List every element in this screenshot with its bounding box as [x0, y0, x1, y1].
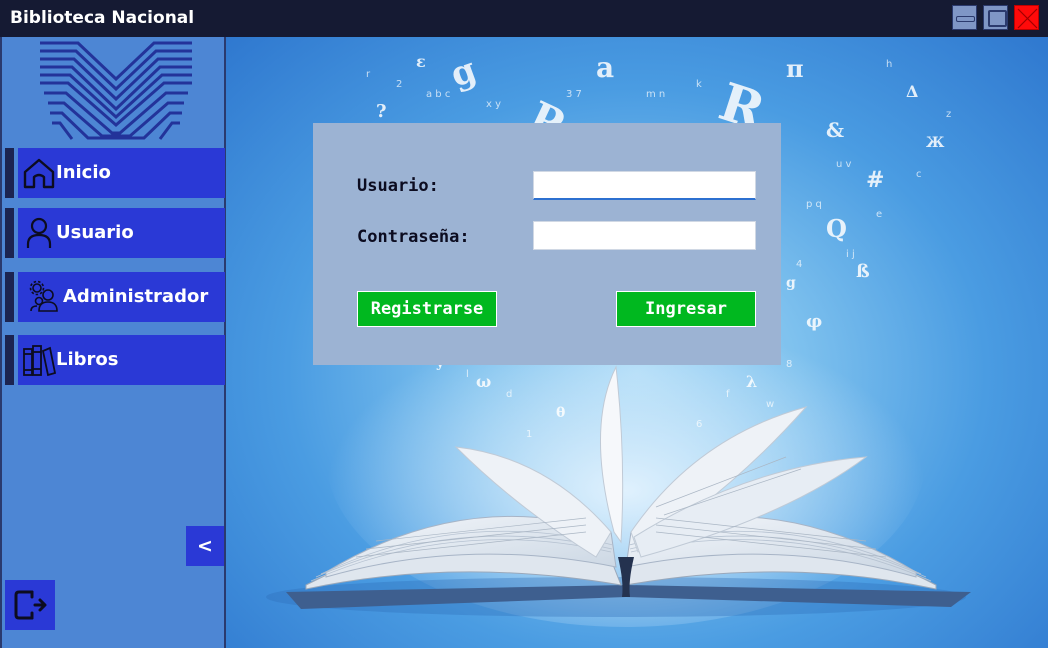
- sidebar-item-administrador[interactable]: Administrador: [5, 272, 225, 322]
- maximize-icon[interactable]: [983, 5, 1008, 30]
- svg-text:3 7: 3 7: [566, 89, 582, 100]
- svg-text:a: a: [596, 51, 614, 84]
- books-icon: [23, 345, 56, 377]
- user-icon: [26, 217, 52, 248]
- sidebar-item-label: Libros: [56, 349, 119, 370]
- nav-marker: [5, 335, 14, 385]
- sidebar-item-label: Administrador: [63, 286, 209, 307]
- nav-marker: [5, 272, 14, 322]
- svg-text:π: π: [786, 54, 804, 83]
- svg-text:6: 6: [696, 419, 702, 430]
- minimize-icon[interactable]: [952, 5, 977, 30]
- svg-text:l: l: [466, 369, 469, 380]
- svg-text:ε: ε: [416, 52, 426, 71]
- sidebar: Inicio Usuario Administrador Libros <: [0, 37, 226, 648]
- login-panel: Usuario: Contraseña: Registrarse Ingresa…: [313, 123, 781, 365]
- svg-text:Ж: Ж: [926, 135, 945, 151]
- home-icon: [23, 158, 55, 189]
- svg-text:c: c: [916, 169, 922, 180]
- svg-text:Δ: Δ: [906, 82, 918, 101]
- svg-text:φ: φ: [806, 311, 822, 332]
- svg-text:a b c: a b c: [426, 89, 450, 100]
- sidebar-item-label: Inicio: [56, 162, 111, 183]
- login-button[interactable]: Ingresar: [616, 291, 756, 327]
- svg-text:w: w: [766, 399, 774, 410]
- library-logo: [40, 41, 192, 140]
- svg-text:g: g: [445, 50, 481, 96]
- sidebar-item-libros[interactable]: Libros: [5, 335, 225, 385]
- sidebar-item-inicio[interactable]: Inicio: [5, 148, 225, 198]
- svg-text:i j: i j: [846, 249, 855, 260]
- sidebar-button[interactable]: Usuario: [18, 208, 225, 258]
- svg-text:#: #: [866, 167, 884, 193]
- password-label: Contraseña:: [357, 227, 470, 247]
- svg-text:Q: Q: [826, 214, 847, 243]
- collapse-sidebar-button[interactable]: <: [186, 526, 224, 566]
- username-input[interactable]: [533, 171, 756, 200]
- svg-text:g: g: [786, 275, 796, 291]
- nav-marker: [5, 208, 14, 258]
- register-button[interactable]: Registrarse: [357, 291, 497, 327]
- svg-text:1: 1: [526, 429, 532, 440]
- logout-icon: [14, 590, 47, 620]
- sidebar-button[interactable]: Inicio: [18, 148, 225, 198]
- nav-marker: [5, 148, 14, 198]
- sidebar-button[interactable]: Administrador: [18, 272, 225, 322]
- svg-text:θ: θ: [556, 405, 565, 421]
- svg-text:8: 8: [786, 359, 792, 370]
- svg-text:r: r: [366, 69, 371, 80]
- title-bar: Biblioteca Nacional: [0, 0, 1048, 37]
- password-input[interactable]: [533, 221, 756, 250]
- svg-text:m n: m n: [646, 89, 665, 100]
- logout-button[interactable]: [5, 580, 55, 630]
- svg-text:?: ?: [376, 101, 387, 122]
- svg-text:p q: p q: [806, 199, 822, 210]
- svg-text:4: 4: [796, 259, 802, 270]
- svg-text:ß: ß: [856, 261, 870, 282]
- svg-text:2: 2: [396, 79, 402, 90]
- window-title: Biblioteca Nacional: [10, 8, 195, 28]
- close-icon[interactable]: [1014, 5, 1039, 30]
- svg-text:e: e: [876, 209, 882, 220]
- sidebar-item-label: Usuario: [56, 222, 134, 243]
- svg-text:k: k: [696, 79, 702, 90]
- svg-text:z: z: [946, 109, 951, 120]
- svg-text:u v: u v: [836, 159, 852, 170]
- svg-text:ω: ω: [476, 372, 491, 391]
- sidebar-button[interactable]: Libros: [18, 335, 225, 385]
- svg-text:x y: x y: [486, 99, 501, 110]
- admin-icon: [29, 280, 58, 312]
- svg-text:h: h: [886, 59, 892, 70]
- svg-text:λ: λ: [746, 372, 757, 391]
- sidebar-item-usuario[interactable]: Usuario: [5, 208, 225, 258]
- svg-text:&: &: [826, 118, 844, 142]
- username-label: Usuario:: [357, 176, 439, 196]
- svg-text:d: d: [506, 389, 512, 400]
- svg-text:f: f: [726, 389, 730, 400]
